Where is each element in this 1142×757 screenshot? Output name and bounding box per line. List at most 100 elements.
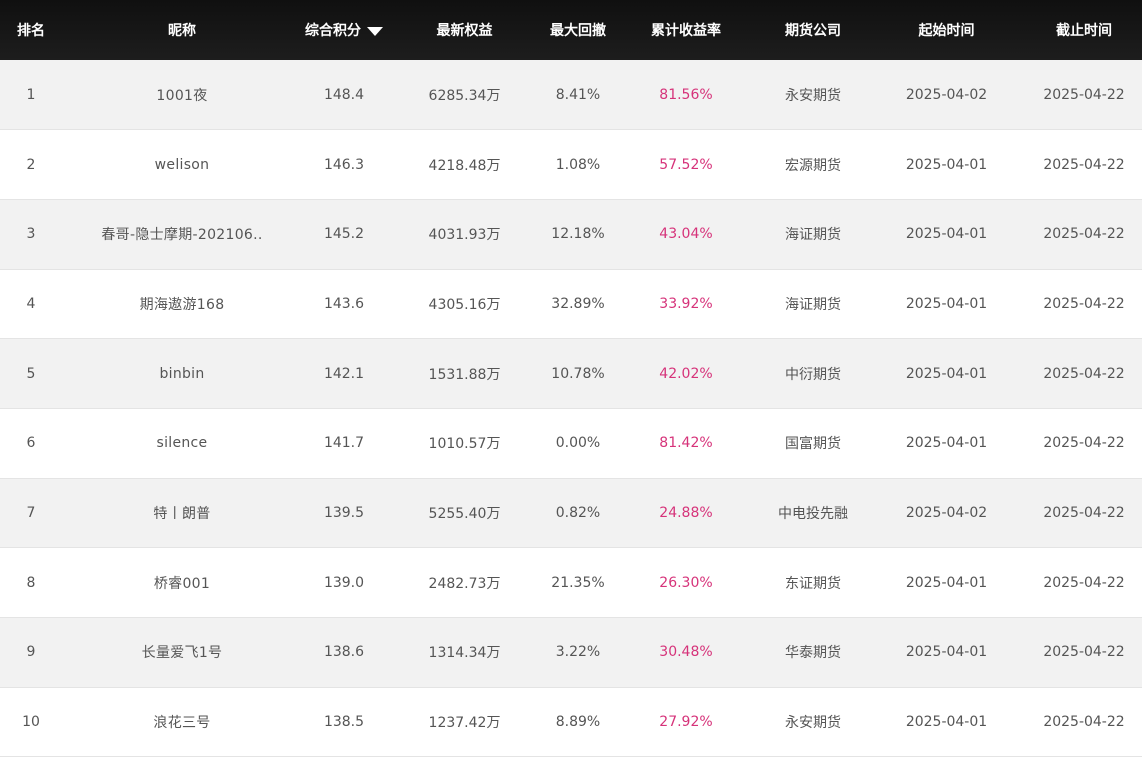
cell-score: 138.5 xyxy=(302,687,386,757)
cell-rank: 7 xyxy=(0,478,62,549)
header-return[interactable]: 累计收益率 xyxy=(613,0,759,60)
cell-score: 148.4 xyxy=(302,60,386,131)
cell-rank: 1 xyxy=(0,60,62,131)
cell-rank: 5 xyxy=(0,338,62,409)
cell-end-date: 2025-04-22 xyxy=(1026,199,1142,270)
cell-score: 139.5 xyxy=(302,478,386,549)
ranking-table: 排名 昵称 综合积分 最新权益 最大回撤 累计收益率 期货公司 起始时间 截止时… xyxy=(0,0,1142,757)
cell-equity: 1237.42万 xyxy=(386,687,543,757)
header-start-date[interactable]: 起始时间 xyxy=(867,0,1026,60)
table-row[interactable]: 2 welison 146.3 4218.48万 1.08% 57.52% 宏源期货 2025… xyxy=(0,129,1142,200)
cell-drawdown: 0.82% xyxy=(543,478,613,549)
cell-equity: 6285.34万 xyxy=(386,60,543,131)
cell-start-date: 2025-04-01 xyxy=(867,408,1026,479)
cell-start-date: 2025-04-01 xyxy=(867,269,1026,340)
cell-rank: 3 xyxy=(0,199,62,270)
header-drawdown[interactable]: 最大回撤 xyxy=(543,0,613,60)
cell-return: 33.92% xyxy=(613,269,759,340)
cell-equity: 1010.57万 xyxy=(386,408,543,479)
cell-end-date: 2025-04-22 xyxy=(1026,408,1142,479)
cell-drawdown: 0.00% xyxy=(543,408,613,479)
cell-start-date: 2025-04-02 xyxy=(867,60,1026,131)
table-row[interactable]: 5 binbin 142.1 1531.88万 10.78% 42.02% 中衍期货 2025… xyxy=(0,338,1142,409)
cell-return: 27.92% xyxy=(613,687,759,757)
cell-start-date: 2025-04-01 xyxy=(867,199,1026,270)
cell-return: 57.52% xyxy=(613,129,759,200)
cell-company: 华泰期货 xyxy=(759,617,867,688)
cell-drawdown: 21.35% xyxy=(543,547,613,618)
cell-drawdown: 10.78% xyxy=(543,338,613,409)
cell-equity: 1314.34万 xyxy=(386,617,543,688)
header-nickname[interactable]: 昵称 xyxy=(62,0,302,60)
cell-company: 宏源期货 xyxy=(759,129,867,200)
cell-nickname[interactable]: 长量爱飞1号 xyxy=(62,617,302,688)
cell-end-date: 2025-04-22 xyxy=(1026,547,1142,618)
cell-end-date: 2025-04-22 xyxy=(1026,478,1142,549)
cell-nickname[interactable]: 1001夜 xyxy=(62,60,302,131)
cell-rank: 4 xyxy=(0,269,62,340)
cell-score: 141.7 xyxy=(302,408,386,479)
cell-return: 81.42% xyxy=(613,408,759,479)
cell-nickname[interactable]: 春哥-隐士摩期-202106.. xyxy=(62,199,302,270)
cell-equity: 4031.93万 xyxy=(386,199,543,270)
cell-score: 142.1 xyxy=(302,338,386,409)
header-equity[interactable]: 最新权益 xyxy=(386,0,543,60)
caret-down-icon[interactable] xyxy=(367,26,383,36)
cell-return: 42.02% xyxy=(613,338,759,409)
cell-nickname[interactable]: binbin xyxy=(62,338,302,409)
cell-return: 24.88% xyxy=(613,478,759,549)
header-rank[interactable]: 排名 xyxy=(0,0,62,60)
cell-nickname[interactable]: 桥睿001 xyxy=(62,547,302,618)
cell-return: 30.48% xyxy=(613,617,759,688)
table-row[interactable]: 1 1001夜 148.4 6285.34万 8.41% 81.56% 永安期货 2025-0… xyxy=(0,60,1142,131)
cell-rank: 8 xyxy=(0,547,62,618)
cell-rank: 6 xyxy=(0,408,62,479)
cell-end-date: 2025-04-22 xyxy=(1026,60,1142,131)
cell-equity: 5255.40万 xyxy=(386,478,543,549)
cell-rank: 9 xyxy=(0,617,62,688)
cell-start-date: 2025-04-01 xyxy=(867,617,1026,688)
cell-start-date: 2025-04-01 xyxy=(867,338,1026,409)
cell-rank: 10 xyxy=(0,687,62,757)
cell-drawdown: 8.41% xyxy=(543,60,613,131)
cell-company: 东证期货 xyxy=(759,547,867,618)
cell-company: 永安期货 xyxy=(759,60,867,131)
table-row[interactable]: 7 特丨朗普 139.5 5255.40万 0.82% 24.88% 中电投先融 2025-0… xyxy=(0,478,1142,549)
cell-drawdown: 8.89% xyxy=(543,687,613,757)
cell-company: 永安期货 xyxy=(759,687,867,757)
cell-equity: 1531.88万 xyxy=(386,338,543,409)
cell-end-date: 2025-04-22 xyxy=(1026,269,1142,340)
cell-company: 中电投先融 xyxy=(759,478,867,549)
cell-start-date: 2025-04-02 xyxy=(867,478,1026,549)
cell-end-date: 2025-04-22 xyxy=(1026,338,1142,409)
cell-nickname[interactable]: 浪花三号 xyxy=(62,687,302,757)
cell-company: 海证期货 xyxy=(759,269,867,340)
cell-score: 145.2 xyxy=(302,199,386,270)
table-row[interactable]: 9 长量爱飞1号 138.6 1314.34万 3.22% 30.48% 华泰期货 2025-… xyxy=(0,617,1142,688)
cell-nickname[interactable]: 特丨朗普 xyxy=(62,478,302,549)
table-row[interactable]: 6 silence 141.7 1010.57万 0.00% 81.42% 国富期货 2025… xyxy=(0,408,1142,479)
table-row[interactable]: 8 桥睿001 139.0 2482.73万 21.35% 26.30% 东证期货 2025-… xyxy=(0,547,1142,618)
cell-start-date: 2025-04-01 xyxy=(867,547,1026,618)
cell-return: 26.30% xyxy=(613,547,759,618)
cell-nickname[interactable]: welison xyxy=(62,129,302,200)
cell-end-date: 2025-04-22 xyxy=(1026,129,1142,200)
header-score-label: 综合积分 xyxy=(305,23,361,39)
cell-score: 143.6 xyxy=(302,269,386,340)
table-row[interactable]: 3 春哥-隐士摩期-202106.. 145.2 4031.93万 12.18% 43.0… xyxy=(0,199,1142,270)
cell-rank: 2 xyxy=(0,129,62,200)
cell-equity: 2482.73万 xyxy=(386,547,543,618)
table-row[interactable]: 4 期海遨游168 143.6 4305.16万 32.89% 33.92% 海证期货 202… xyxy=(0,269,1142,340)
cell-start-date: 2025-04-01 xyxy=(867,129,1026,200)
cell-company: 国富期货 xyxy=(759,408,867,479)
header-score[interactable]: 综合积分 xyxy=(302,0,386,60)
table-header-row: 排名 昵称 综合积分 最新权益 最大回撤 累计收益率 期货公司 起始时间 截止时… xyxy=(0,0,1142,60)
header-end-date[interactable]: 截止时间 xyxy=(1026,0,1142,60)
header-company[interactable]: 期货公司 xyxy=(759,0,867,60)
cell-end-date: 2025-04-22 xyxy=(1026,687,1142,757)
cell-company: 中衍期货 xyxy=(759,338,867,409)
cell-nickname[interactable]: 期海遨游168 xyxy=(62,269,302,340)
table-row[interactable]: 10 浪花三号 138.5 1237.42万 8.89% 27.92% 永安期货 2025-0… xyxy=(0,687,1142,757)
cell-nickname[interactable]: silence xyxy=(62,408,302,479)
table-body: 1 1001夜 148.4 6285.34万 8.41% 81.56% 永安期货 2025-0… xyxy=(0,60,1142,757)
